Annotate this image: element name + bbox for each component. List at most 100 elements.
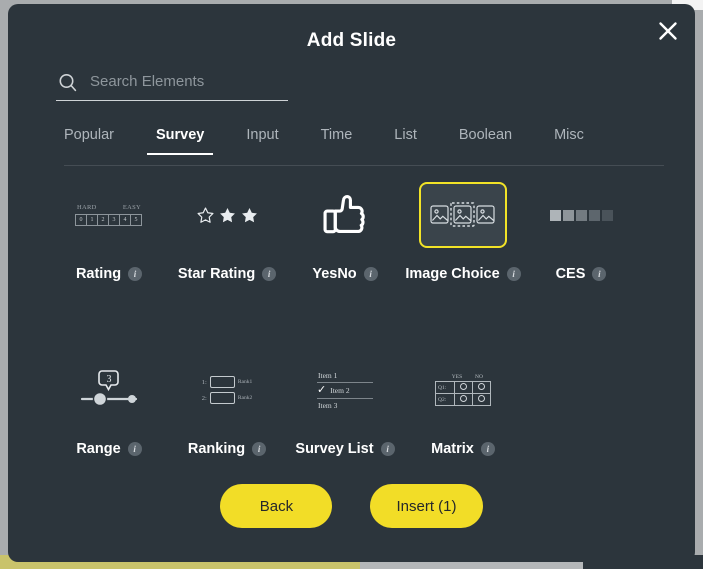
info-icon[interactable]: i <box>592 267 607 281</box>
element-label: Survey List <box>295 441 374 457</box>
matrix-table: Q1: Q2: <box>435 381 491 406</box>
range-value: 3 <box>107 374 112 385</box>
element-card-ces[interactable]: CES i <box>522 182 640 282</box>
element-label: Ranking <box>187 441 246 457</box>
dialog-footer: Back Insert (1) <box>8 484 695 528</box>
info-icon[interactable]: i <box>380 442 395 456</box>
info-icon[interactable]: i <box>506 267 521 281</box>
element-row-1: HARD EASY 0 1 2 3 4 5 Rating i Star Rati… <box>50 182 650 282</box>
element-label: Range <box>76 441 121 457</box>
element-card-range[interactable]: 3 Range i <box>50 357 168 457</box>
star-filled-icon <box>219 207 235 222</box>
ces-step <box>601 209 613 221</box>
element-label-row: Star Rating i <box>177 266 277 282</box>
tab-survey[interactable]: Survey <box>146 127 214 155</box>
rating-box: 5 <box>130 214 142 226</box>
ranking-label: Rank2 <box>237 395 253 401</box>
radio-icon <box>478 395 485 402</box>
ranking-box <box>209 392 235 404</box>
element-label: Matrix <box>431 441 474 457</box>
rating-right-label: EASY <box>122 204 141 211</box>
element-label-row: Survey List i <box>295 441 395 457</box>
element-card-survey-list[interactable]: Item 1 ✓ Item 2 Item 3 Survey List i <box>286 357 404 457</box>
survey-list-item-label: Item 2 <box>330 385 350 395</box>
rating-boxes: 0 1 2 3 4 5 <box>75 214 142 226</box>
element-card-ranking[interactable]: 1: Rank1 2: Rank2 Ranking i <box>168 357 286 457</box>
element-label: Image Choice <box>405 266 500 282</box>
info-icon[interactable]: i <box>480 442 495 456</box>
info-icon[interactable]: i <box>262 267 277 281</box>
star-filled-icon <box>241 207 257 222</box>
tab-popular[interactable]: Popular <box>64 127 114 155</box>
tab-list[interactable]: List <box>394 127 417 155</box>
range-slider-icon[interactable]: 3 <box>65 357 153 423</box>
ranking-row: 1: Rank1 <box>202 376 252 388</box>
back-button[interactable]: Back <box>220 484 333 528</box>
element-label-row: Range i <box>76 441 142 457</box>
close-icon[interactable] <box>653 16 683 46</box>
element-row-2: 3 Range i 1: Rank1 2: Rank2 Ranking i It… <box>50 357 650 457</box>
info-icon[interactable]: i <box>252 442 267 456</box>
info-icon[interactable]: i <box>128 267 143 281</box>
insert-button[interactable]: Insert (1) <box>370 484 483 528</box>
survey-list-item: Item 1 <box>317 369 373 383</box>
search-field[interactable] <box>56 66 289 101</box>
ranking-label: Rank1 <box>237 379 253 385</box>
element-label-row: CES i <box>556 266 607 282</box>
matrix-option-cell <box>454 381 473 394</box>
dialog-title: Add Slide <box>306 30 397 51</box>
matrix-option-cell <box>472 381 491 394</box>
ces-step <box>562 209 574 221</box>
tab-misc[interactable]: Misc <box>554 127 584 155</box>
survey-list-icon[interactable]: Item 1 ✓ Item 2 Item 3 <box>301 357 389 423</box>
matrix-icon[interactable]: YES NO Q1: Q2: <box>419 357 507 423</box>
info-icon[interactable]: i <box>363 267 378 281</box>
element-card-image-choice[interactable]: Image Choice i <box>404 182 522 282</box>
ranking-icon[interactable]: 1: Rank1 2: Rank2 <box>183 357 271 423</box>
element-label-row: Rating i <box>75 266 143 282</box>
tab-boolean[interactable]: Boolean <box>459 127 512 155</box>
ranking-number: 2: <box>201 394 207 402</box>
search-input[interactable] <box>90 72 289 94</box>
ranking-row: 2: Rank2 <box>202 392 252 404</box>
ces-step <box>588 209 600 221</box>
info-icon[interactable]: i <box>127 442 142 456</box>
matrix-column-label: YES <box>451 374 463 380</box>
thumbs-up-icon[interactable] <box>301 182 389 248</box>
matrix-row: Q1: <box>435 381 491 394</box>
image-choice-icon[interactable] <box>419 182 507 248</box>
star-rating-icon[interactable] <box>183 182 271 248</box>
element-label: CES <box>555 266 586 282</box>
matrix-row-label: Q1: <box>435 381 455 394</box>
survey-list-item: Item 3 <box>318 400 338 410</box>
matrix-header: YES NO <box>451 374 485 380</box>
tab-time[interactable]: Time <box>321 127 353 155</box>
matrix-column-label: NO <box>475 374 483 380</box>
radio-icon <box>478 383 485 390</box>
element-card-star-rating[interactable]: Star Rating i <box>168 182 286 282</box>
matrix-option-cell <box>454 393 473 406</box>
element-label-row: YesNo i <box>312 266 378 282</box>
ranking-number: 1: <box>201 378 207 386</box>
element-grid: HARD EASY 0 1 2 3 4 5 Rating i Star Rati… <box>50 182 650 457</box>
category-tabs: Popular Survey Input Time List Boolean M… <box>64 127 664 166</box>
search-icon <box>56 71 80 95</box>
element-label-row: Image Choice i <box>405 266 521 282</box>
element-card-matrix[interactable]: YES NO Q1: Q2: Matrix i <box>404 357 522 457</box>
rating-scale-icon[interactable]: HARD EASY 0 1 2 3 4 5 <box>65 182 153 248</box>
matrix-row: Q2: <box>435 393 491 406</box>
tab-input[interactable]: Input <box>246 127 278 155</box>
ranking-box <box>209 376 235 388</box>
element-label-row: Matrix i <box>431 441 495 457</box>
ces-scale-icon[interactable] <box>537 182 625 248</box>
ces-step <box>575 209 587 221</box>
star-outline-icon <box>196 206 214 223</box>
add-slide-dialog: Add Slide Popular Survey Input Time List… <box>8 4 695 562</box>
element-label: Star Rating <box>177 266 256 282</box>
radio-icon <box>460 383 467 390</box>
element-label: Rating <box>75 266 122 282</box>
radio-icon <box>460 395 467 402</box>
element-label-row: Ranking i <box>187 441 267 457</box>
element-card-yesno[interactable]: YesNo i <box>286 182 404 282</box>
element-card-rating[interactable]: HARD EASY 0 1 2 3 4 5 Rating i <box>50 182 168 282</box>
